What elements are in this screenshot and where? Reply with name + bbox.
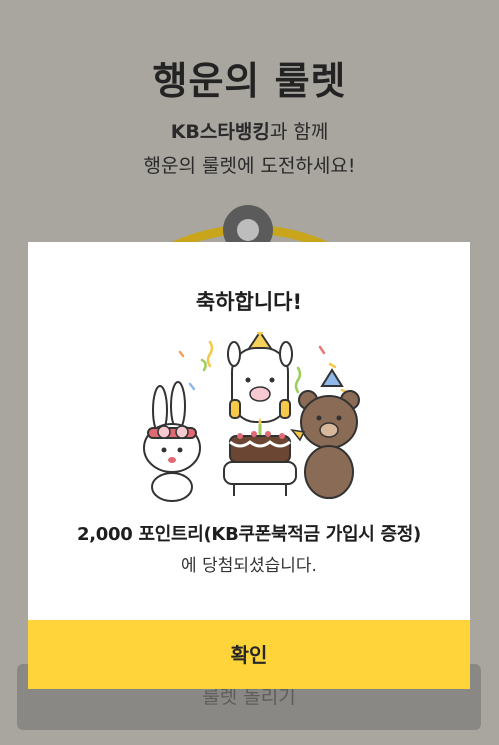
celebration-illustration [143, 332, 360, 502]
page-subtitle: KB스타뱅킹과 함께 [0, 117, 499, 144]
roulette-pointer-hole [237, 219, 259, 241]
page-subtitle-2: 행운의 룰렛에 도전하세요! [143, 155, 356, 177]
congrats-modal: 축하합니다! 2,000 포인트리(KB쿠폰북적금 가입시 증정) 에 당첨되셨… [28, 242, 470, 689]
birthday-cake [223, 418, 297, 496]
rabbit-character [143, 381, 201, 502]
brand-name: KB스타뱅킹 [170, 121, 270, 143]
modal-title: 축하합니다! [195, 290, 303, 314]
page-title: 행운의 룰렛 [152, 59, 347, 103]
alpaca-character [227, 332, 293, 423]
win-message: 에 당첨되셨습니다. [181, 556, 317, 576]
subtitle-text: 과 함께 [269, 121, 329, 143]
prize-text: 2,000 포인트리(KB쿠폰북적금 가입시 증정) [77, 524, 421, 545]
bear-character [290, 368, 360, 499]
confirm-button[interactable]: 확인 [28, 620, 470, 689]
